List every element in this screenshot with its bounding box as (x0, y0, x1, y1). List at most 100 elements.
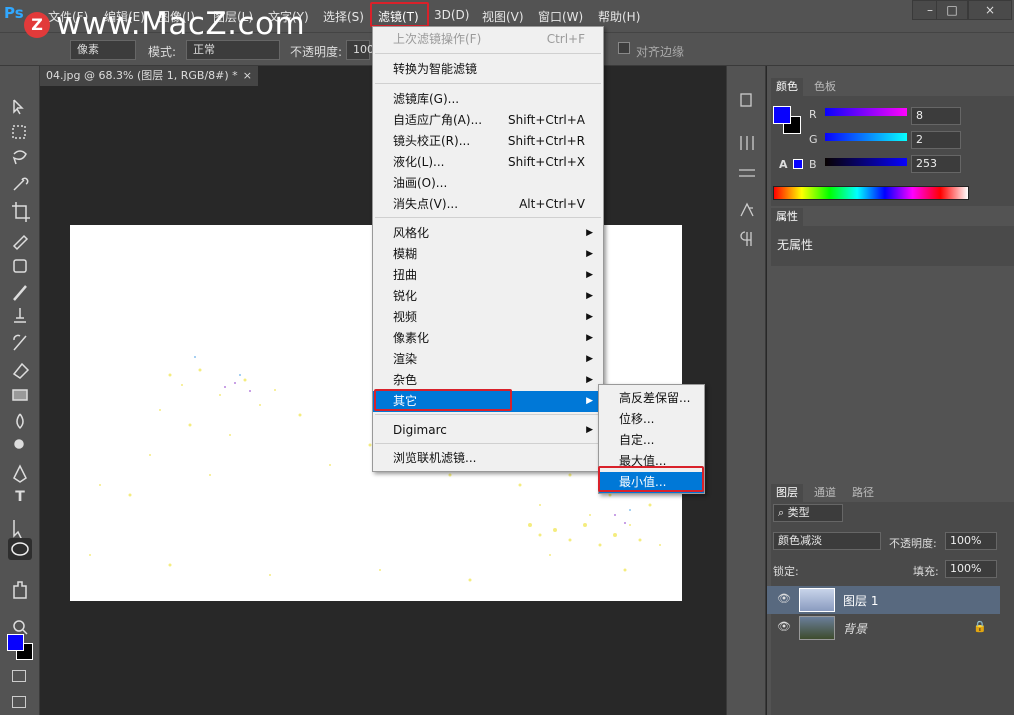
tab-properties[interactable]: 属性 (771, 208, 803, 226)
menu-item-adaptive-wide-angle[interactable]: 自适应广角(A)... Shift+Ctrl+A (373, 110, 603, 131)
layer-row-background[interactable]: 👁 背景 🔒 (767, 614, 1000, 642)
mode-select[interactable]: 正常 (186, 40, 280, 60)
maximize-button[interactable]: □ (936, 0, 968, 20)
screen-mode-icon[interactable] (12, 696, 26, 708)
menu-item-stylize[interactable]: 风格化 ▶ (373, 223, 603, 244)
menu-item-label: 渲染 (393, 352, 418, 366)
submenu-item-offset[interactable]: 位移... (599, 409, 704, 430)
menu-item-label: 风格化 (393, 226, 430, 240)
menu-help[interactable]: 帮助(H) (598, 8, 640, 25)
menu-item-label: 浏览联机滤镜... (393, 451, 477, 465)
menu-item-convert-smart-filter[interactable]: 转换为智能滤镜 (373, 59, 603, 80)
menu-item-pixelate[interactable]: 像素化 ▶ (373, 328, 603, 349)
submenu-arrow-icon: ▶ (586, 312, 593, 322)
menu-item-render[interactable]: 渲染 ▶ (373, 349, 603, 370)
document-tab[interactable]: 04.jpg @ 68.3% (图层 1, RGB/8#) * × (40, 66, 258, 86)
crop-icon (12, 202, 30, 222)
filter-menu-highlight-box (370, 2, 429, 27)
panel-icons (739, 93, 755, 246)
menu-item-noise[interactable]: 杂色 ▶ (373, 370, 603, 391)
type-icon[interactable]: T (8, 486, 32, 508)
ellipse-tool-button[interactable] (8, 538, 32, 560)
blend-mode-select[interactable]: 颜色减淡 (773, 532, 881, 550)
tab-color[interactable]: 颜色 (771, 78, 803, 96)
layer-name: 背景 (843, 622, 868, 636)
watermark-text: www.MacZ.com (56, 6, 306, 42)
web-color-swatch[interactable] (793, 159, 803, 169)
menu-separator (375, 53, 601, 54)
pen-icon (13, 464, 27, 483)
anti-alias-checkbox[interactable] (618, 42, 630, 54)
menu-item-shortcut: Alt+Ctrl+V (519, 197, 585, 211)
g-input[interactable]: 2 (911, 131, 961, 149)
submenu-arrow-icon: ▶ (586, 396, 593, 406)
menu-select[interactable]: 选择(S) (323, 8, 364, 25)
menu-item-last-filter[interactable]: 上次滤镜操作(F) Ctrl+F (373, 29, 603, 50)
fill-input[interactable]: 100% (945, 560, 997, 578)
menu-item-digimarc[interactable]: Digimarc ▶ (373, 420, 603, 441)
menu-item-shortcut: Ctrl+F (546, 32, 585, 46)
submenu-item-custom[interactable]: 自定... (599, 430, 704, 451)
document-tab-close-icon[interactable]: × (243, 66, 252, 86)
menu-3d[interactable]: 3D(D) (434, 8, 469, 22)
menu-separator (375, 83, 601, 84)
g-label: G (809, 133, 818, 146)
other-highlight-box (374, 389, 512, 411)
b-input[interactable]: 253 (911, 155, 961, 173)
document-tab-title: 04.jpg @ 68.3% (图层 1, RGB/8#) * (46, 69, 238, 82)
layer-row-layer1[interactable]: 👁 图层 1 (767, 586, 1000, 614)
menu-window[interactable]: 窗口(W) (538, 8, 583, 25)
brush-panel-icon (740, 136, 754, 150)
history-panel-icon (740, 93, 752, 107)
tab-swatches[interactable]: 色板 (809, 78, 841, 96)
r-slider[interactable] (825, 108, 907, 116)
menu-item-blur[interactable]: 模糊 ▶ (373, 244, 603, 265)
menu-item-oil-paint[interactable]: 油画(O)... (373, 173, 603, 194)
menu-item-shortcut: Shift+Ctrl+A (508, 113, 585, 127)
opacity-input[interactable]: 100% (346, 40, 384, 60)
menu-item-label: 上次滤镜操作(F) (393, 32, 482, 46)
quick-mask-icon[interactable] (12, 670, 26, 682)
menu-item-video[interactable]: 视频 ▶ (373, 307, 603, 328)
unit-select[interactable]: 像素 (70, 40, 136, 60)
menu-item-label: 转换为智能滤镜 (393, 62, 478, 76)
submenu-item-high-pass[interactable]: 高反差保留... (599, 388, 704, 409)
b-slider[interactable] (825, 158, 907, 166)
menu-item-distort[interactable]: 扭曲 ▶ (373, 265, 603, 286)
menu-item-shortcut: Shift+Ctrl+R (507, 134, 585, 148)
eye-icon[interactable]: 👁 (777, 592, 791, 605)
eye-icon[interactable]: 👁 (777, 620, 791, 633)
menu-item-sharpen[interactable]: 锐化 ▶ (373, 286, 603, 307)
move-icon (13, 99, 24, 115)
color-spectrum-bar[interactable] (773, 186, 969, 200)
menu-item-label: 锐化 (393, 289, 418, 303)
submenu-arrow-icon: ▶ (586, 270, 593, 280)
menu-item-filter-gallery[interactable]: 滤镜库(G)... (373, 89, 603, 110)
foreground-color-swatch[interactable] (7, 634, 24, 651)
menu-item-vanishing-point[interactable]: 消失点(V)... Alt+Ctrl+V (373, 194, 603, 215)
anti-alias-label: 对齐边缘 (636, 45, 685, 59)
g-slider[interactable] (825, 133, 907, 141)
menu-item-label: 液化(L)... (393, 155, 445, 169)
menu-item-browse-filters-online[interactable]: 浏览联机滤镜... (373, 448, 603, 469)
tab-paths[interactable]: 路径 (847, 484, 879, 502)
layer-filter-select[interactable]: ⌕ 类型 (773, 504, 843, 522)
b-label: B (809, 158, 817, 171)
stamp-icon (14, 308, 26, 323)
menu-item-label: 镜头校正(R)... (393, 134, 471, 148)
close-button[interactable]: × (968, 0, 1012, 20)
color-panel-foreground[interactable] (773, 106, 791, 124)
menu-item-label: 油画(O)... (393, 176, 448, 190)
menu-item-lens-correction[interactable]: 镜头校正(R)... Shift+Ctrl+R (373, 131, 603, 152)
menu-view[interactable]: 视图(V) (482, 8, 524, 25)
tab-layers[interactable]: 图层 (771, 484, 803, 502)
history-brush-icon (13, 334, 27, 351)
tab-channels[interactable]: 通道 (809, 484, 841, 502)
tools-panel: T (0, 66, 40, 715)
quick-select-icon (13, 177, 29, 191)
menu-item-liquify[interactable]: 液化(L)... Shift+Ctrl+X (373, 152, 603, 173)
photoshop-window: Ps 文件(F) 编辑(E) 图像(I) 图层(L) 文字(Y) 选择(S) 滤… (0, 0, 1014, 715)
r-input[interactable]: 8 (911, 107, 961, 125)
layer-name: 图层 1 (843, 594, 879, 608)
layer-opacity-input[interactable]: 100% (945, 532, 997, 550)
